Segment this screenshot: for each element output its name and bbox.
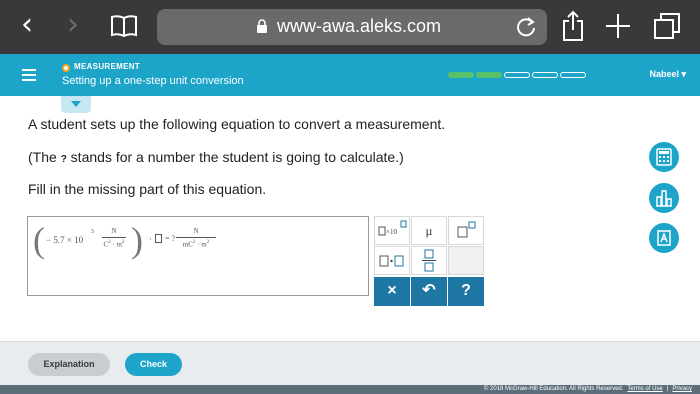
unit-fraction-right: N mC2 · m2 — [176, 227, 216, 248]
explanation-button[interactable]: Explanation — [28, 353, 110, 376]
topic-label: MEASUREMENT — [74, 62, 140, 71]
address-bar[interactable]: www-awa.aleks.com — [157, 9, 547, 45]
undo-button[interactable]: ↶ — [411, 277, 447, 306]
problem-line-2-end: stands for a number the student is going… — [66, 149, 404, 165]
action-bar: Explanation Check — [0, 341, 700, 385]
multiply-dot-key[interactable] — [374, 246, 410, 275]
problem-line-3: Fill in the missing part of this equatio… — [28, 181, 267, 197]
coefficient: − 5.7 × 10 — [46, 235, 84, 245]
answer-box[interactable]: ( − 5.7 × 10 5 N C2 · m2 ) · = ? N mC2 ·… — [27, 216, 369, 296]
clear-button[interactable]: × — [374, 277, 410, 306]
tabs-icon[interactable] — [653, 12, 681, 40]
frac1-den-b-sup: 2 — [121, 240, 125, 245]
copyright: © 2018 McGraw-Hill Education. All Rights… — [483, 386, 624, 392]
math-keypad: ×10 μ × ↶ ? — [374, 216, 486, 306]
new-tab-icon[interactable] — [604, 12, 632, 40]
topic-status-dot — [62, 64, 70, 72]
progress-segment — [476, 72, 502, 78]
problem-line-1: A student sets up the following equation… — [28, 116, 446, 132]
help-button[interactable]: ? — [448, 277, 484, 306]
browser-toolbar: ‹ › www-awa.aleks.com — [0, 0, 700, 54]
share-icon[interactable] — [562, 10, 584, 42]
problem-line-2-start: (The — [28, 149, 61, 165]
topic-title: Setting up a one-step unit conversion — [62, 75, 244, 87]
frac1-den-b: · m — [112, 240, 122, 249]
frac1-numerator: N — [111, 227, 117, 235]
lock-icon — [257, 19, 267, 33]
right-paren: ) — [131, 220, 143, 260]
footer: © 2018 McGraw-Hill Education. All Rights… — [0, 385, 700, 394]
scientific-notation-key[interactable]: ×10 — [374, 216, 410, 245]
reload-icon[interactable] — [515, 16, 537, 38]
micro-prefix-key[interactable]: μ — [411, 216, 447, 245]
progress-segment — [448, 72, 474, 78]
calculator-icon — [656, 148, 672, 166]
problem-line-2: (The ? stands for a number the student i… — [28, 149, 404, 165]
progress-segment — [560, 72, 586, 78]
fraction-bar — [102, 237, 126, 238]
exponent-icon — [457, 221, 476, 238]
progress-segment — [532, 72, 558, 78]
left-paren: ( — [33, 220, 45, 260]
menu-icon[interactable] — [22, 69, 36, 81]
progress-bar — [448, 72, 586, 78]
check-button[interactable]: Check — [125, 353, 182, 376]
data-analysis-button[interactable] — [649, 183, 679, 213]
answer-blank[interactable] — [155, 234, 162, 243]
exponent-key[interactable] — [448, 216, 484, 245]
periodic-table-button[interactable] — [649, 223, 679, 253]
multiply-icon — [379, 255, 404, 267]
unit-fraction-left: N C2 · m2 — [102, 227, 126, 248]
frac2-den-a: mC — [182, 240, 193, 249]
forward-icon[interactable]: › — [60, 10, 86, 40]
multiply-dot: · — [149, 234, 152, 244]
fraction-bar — [176, 237, 216, 238]
fraction-key[interactable] — [411, 246, 447, 275]
sci-key-text: ×10 — [386, 228, 397, 236]
frac2-numerator: N — [193, 227, 199, 235]
chart-icon — [656, 190, 672, 207]
frac2-den-b: · m — [197, 240, 207, 249]
equals-unknown: = ? — [165, 234, 176, 243]
user-menu[interactable]: Nabeel ▾ — [649, 69, 686, 80]
frac1-den-a-sup: 2 — [108, 240, 111, 245]
fraction-icon — [422, 249, 436, 272]
privacy-link[interactable]: Privacy — [672, 386, 692, 392]
url-text: www-awa.aleks.com — [277, 16, 442, 36]
footer-text: © 2018 McGraw-Hill Education. All Rights… — [484, 385, 692, 394]
collapse-toggle[interactable] — [61, 96, 91, 113]
bookmarks-icon[interactable] — [110, 14, 138, 38]
terms-link[interactable]: Terms of Use — [627, 386, 662, 392]
app-header: MEASUREMENT Setting up a one-step unit c… — [0, 54, 700, 96]
frac2-denominator: mC2 · m2 — [176, 240, 216, 248]
periodic-table-icon — [657, 230, 671, 246]
frac2-den-b-sup: 2 — [206, 240, 210, 245]
calculator-button[interactable] — [649, 142, 679, 172]
frac1-denominator: C2 · m2 — [102, 240, 126, 248]
exponent: 5 — [91, 229, 94, 235]
footer-separator: | — [666, 386, 669, 392]
progress-segment — [504, 72, 530, 78]
empty-key — [448, 246, 484, 275]
back-icon[interactable]: ‹ — [14, 10, 40, 40]
frac2-den-a-sup: 2 — [192, 240, 196, 245]
scientific-notation-icon: ×10 — [378, 220, 407, 236]
